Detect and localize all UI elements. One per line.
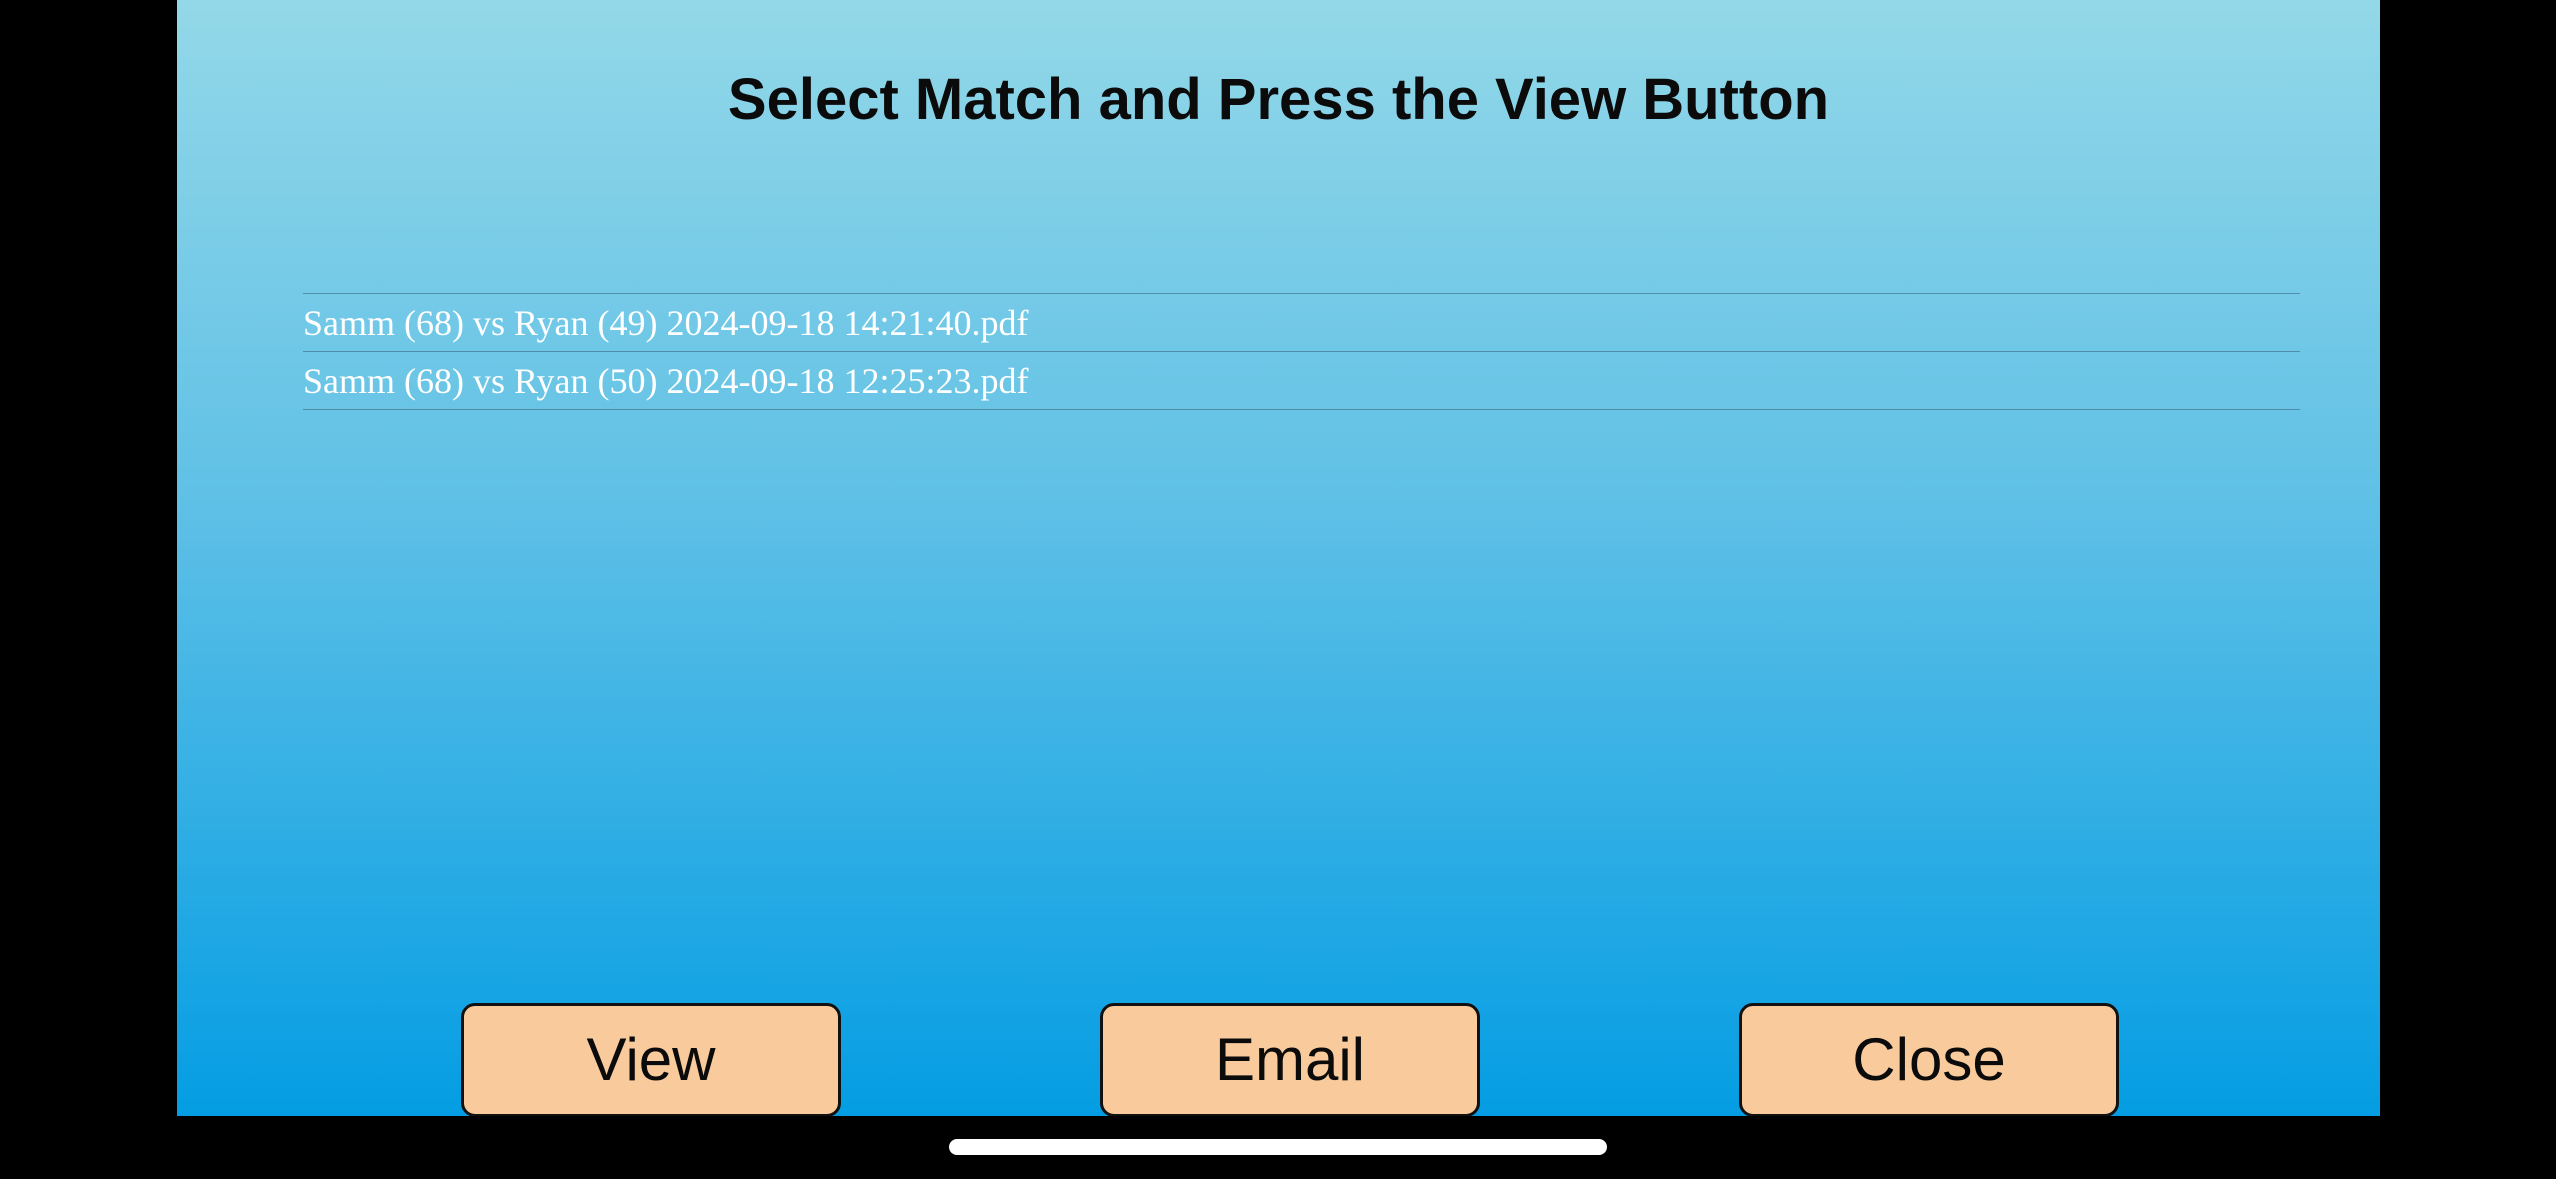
match-picker-panel: Select Match and Press the View Button S… bbox=[177, 0, 2380, 1116]
page-title: Select Match and Press the View Button bbox=[727, 67, 1830, 132]
email-button[interactable]: Email bbox=[1100, 1003, 1480, 1116]
close-button[interactable]: Close bbox=[1739, 1003, 2119, 1116]
list-item[interactable]: Samm (68) vs Ryan (50) 2024-09-18 12:25:… bbox=[303, 352, 2300, 410]
view-button[interactable]: View bbox=[461, 1003, 841, 1116]
device-screen: Select Match and Press the View Button S… bbox=[0, 0, 2556, 1179]
match-file-list[interactable]: Samm (68) vs Ryan (49) 2024-09-18 14:21:… bbox=[303, 293, 2300, 410]
home-indicator[interactable] bbox=[949, 1139, 1607, 1155]
list-item[interactable]: Samm (68) vs Ryan (49) 2024-09-18 14:21:… bbox=[303, 294, 2300, 352]
